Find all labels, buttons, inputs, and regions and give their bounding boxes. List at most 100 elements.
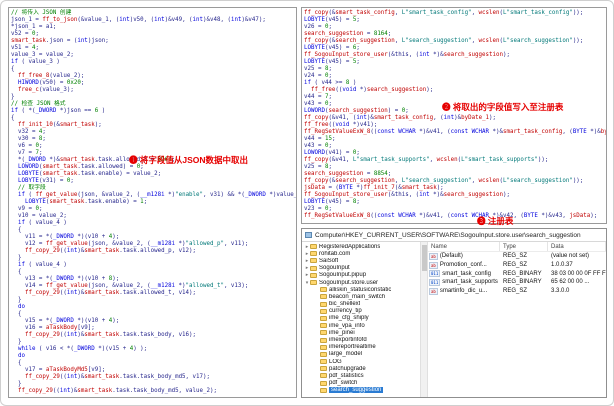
code-line: ff_copy(&v41, (int)&smart_task_config, (… (304, 115, 497, 121)
tree-item-label: search_suggestion (329, 387, 384, 394)
column-header-name[interactable]: Name (428, 242, 500, 251)
registry-tree-item[interactable]: LOG (302, 358, 420, 365)
registry-editor-window: Computer\HKEY_CURRENT_USER\SOFTWARE\Sogo… (301, 228, 607, 398)
code-line: v23 = 0; (304, 206, 332, 212)
registry-tree-item[interactable]: alliskin_statusiconstatic (302, 286, 420, 293)
registry-tree-item[interactable]: bic_shellext (302, 301, 420, 308)
scrollbar-thumb[interactable] (422, 245, 427, 271)
registry-tree-item[interactable]: ▸ RegisteredApplications (302, 243, 420, 250)
tree-item-label: imexportinfofd (329, 337, 367, 344)
registry-tree-item[interactable]: currency_tip (302, 308, 420, 315)
code-line: { (11, 269, 22, 275)
registry-value-row[interactable]: ab Promotion_conf... REG_SZ 1.0.0.37 (428, 261, 606, 270)
code-line: // 取字段 (11, 185, 46, 191)
code-line: jsData = (BYTE *)ff_init_7(&smart_task); (304, 185, 444, 191)
registry-tree-item[interactable]: beacon_main_switch (302, 293, 420, 300)
value-data: 65 62 00 00 ... (551, 279, 590, 286)
computer-icon (305, 232, 312, 238)
pseudocode-panel-json-parse: // 将传入 JSON 创建 json_1 = ff_to_json(&value… (8, 7, 297, 398)
malware-analysis-figure: // 将传入 JSON 创建 json_1 = ff_to_json(&value… (0, 0, 614, 406)
folder-icon (320, 323, 327, 329)
column-header-data[interactable]: Data (548, 242, 606, 251)
registry-tree-item[interactable]: ▸ SogouInput (302, 265, 420, 272)
column-header-type[interactable]: Type (500, 242, 548, 251)
binary-value-icon: 011 (429, 270, 441, 278)
code-line: ff_SogouInput_store_user(&this, (int *)&… (304, 52, 510, 58)
registry-tree-item[interactable]: ime_vpa_info (302, 322, 420, 329)
registry-value-row[interactable]: 011 smart_task_config REG_BINARY 38 03 00 0… (428, 270, 606, 279)
tree-item-label: beacon_main_switch (329, 293, 386, 300)
tree-item-label: SogouInput.pipup (319, 272, 367, 279)
code-line: v26 = 0; (304, 24, 332, 30)
tree-item-label: bic_shellext (329, 301, 361, 308)
code-line: smart_task.json = (int)json; (11, 38, 109, 44)
code-line: { (11, 360, 22, 366)
tree-item-label: RegisteredApplications (319, 243, 381, 250)
code-line: ff_free_8(value_2); (17, 73, 85, 79)
registry-path: Computer\HKEY_CURRENT_USER\SOFTWARE\Sogo… (315, 231, 581, 239)
code-line: search_suggestion = 8854; (304, 171, 392, 177)
registry-tree-item[interactable]: pdf_switch (302, 380, 420, 387)
folder-icon (320, 387, 327, 393)
registry-tree-item[interactable]: large_model (302, 351, 420, 358)
tree-item-label: imereportrealtime (329, 344, 376, 351)
code-line: ff_init_10(&smart_task); (17, 122, 102, 128)
registry-tree-item[interactable]: imereportrealtime (302, 344, 420, 351)
value-type: REG_SZ (503, 261, 528, 268)
registry-tree-item[interactable]: imexportinfofd (302, 336, 420, 343)
registry-tree-item[interactable]: ▸ SaiSoft (302, 257, 420, 264)
registry-tree-item[interactable]: ime_pinei (302, 329, 420, 336)
registry-tree-item[interactable]: patchupgrade (302, 365, 420, 372)
code-line: } (11, 381, 22, 387)
registry-address-bar[interactable]: Computer\HKEY_CURRENT_USER\SOFTWARE\Sogo… (302, 229, 606, 242)
folder-icon (320, 294, 327, 300)
registry-value-row[interactable]: ab (Default) REG_SZ (value not set) (428, 252, 606, 261)
registry-tree-item[interactable]: search_suggestion (302, 387, 420, 394)
code-line: v12 = ff_get_value(json, &value_2, (__m1… (11, 241, 249, 247)
values-rows: ab (Default) REG_SZ (value not set) ab Promot… (428, 252, 606, 296)
code-line: v25 = 8; (304, 66, 332, 72)
registry-value-row[interactable]: 011 smart_task_supports REG_BINARY 65 62 00… (428, 278, 606, 287)
folder-icon (320, 380, 327, 386)
folder-icon (310, 251, 317, 257)
code-line: } (11, 297, 22, 303)
code-line: { (11, 115, 15, 121)
folder-icon (320, 287, 327, 293)
code-line: if ( value_4 ) (17, 262, 67, 268)
tree-item-label: pdf_switch (329, 380, 358, 387)
code-line: } (11, 94, 15, 100)
registry-key-tree: ▸ RegisteredApplications ▸ rohitab.com ▸ SaiS… (302, 242, 420, 397)
tree-item-label: rohitab.com (319, 250, 351, 257)
registry-value-row[interactable]: ab smartinfo_dic_u... REG_SZ 3.3.0.0 (428, 287, 606, 296)
code-line: ff_free((void *)v41); (304, 122, 378, 128)
code-line: { (11, 66, 15, 72)
code-line: if ( value_4 ) (17, 220, 67, 226)
code-line: v16 = aTaskBody[v9]; (11, 325, 95, 331)
folder-icon (320, 337, 327, 343)
code-line: if ( value_3 ) (11, 59, 60, 65)
tree-scrollbar[interactable] (420, 242, 428, 397)
string-value-icon: ab (429, 288, 438, 296)
folder-icon (310, 244, 317, 250)
code-line: } (11, 255, 22, 261)
code-line: ff_copy_29((int)&smart_task.task.task_bo… (24, 374, 210, 380)
code-line: v44 = 7; (304, 94, 332, 100)
registry-tree-item[interactable]: ▸ rohitab.com (302, 250, 420, 257)
code-line: LOBYTE(v31) = 0; (17, 178, 74, 184)
code-line: if ( ff_get_value(json, &value_2, (__m12… (17, 192, 297, 198)
value-type: REG_SZ (503, 253, 528, 259)
code-line: while ( v16 < *(_DWORD *)(v15 + 4) ); (17, 346, 148, 352)
registry-tree-item[interactable]: pdf_statistics (302, 372, 420, 379)
registry-tree-item[interactable]: ime_cfg_shiply (302, 315, 420, 322)
folder-icon (320, 315, 327, 321)
code-line: v25 = 8; (304, 164, 332, 170)
tree-item-label: ime_pinei (329, 329, 355, 336)
code-line: v6 = 0; (11, 143, 43, 149)
registry-tree-item[interactable]: ▸ SogouInput.pipup (302, 272, 420, 279)
code-line: { (11, 227, 22, 233)
value-data: 1.0.0.37 (551, 261, 573, 268)
folder-icon (310, 258, 317, 264)
registry-tree-item[interactable]: ▾ SogouInput.store.user (302, 279, 420, 286)
folder-icon (310, 265, 317, 271)
code-line: search_suggestion = 8164; (304, 31, 392, 37)
